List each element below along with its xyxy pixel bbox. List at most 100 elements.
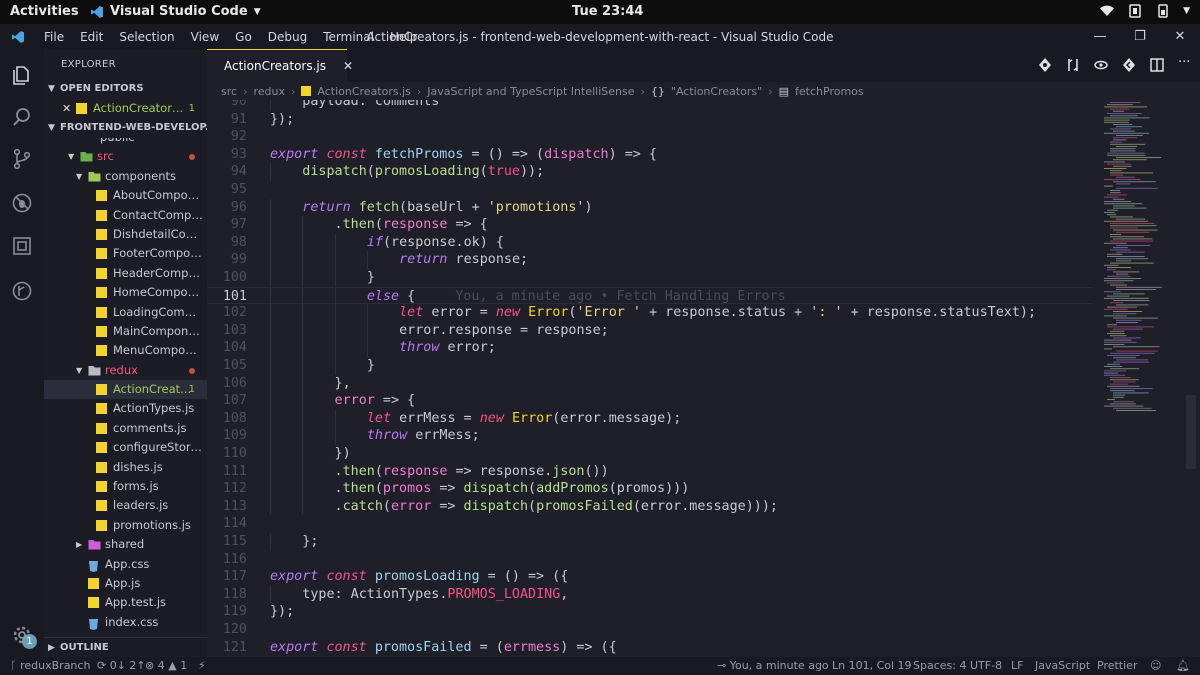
explorer-icon[interactable]: [8, 61, 36, 89]
menu-debug[interactable]: Debug: [260, 30, 315, 44]
tree-row-partial[interactable]: public: [44, 138, 207, 147]
code-line-110[interactable]: 110}): [207, 445, 1092, 463]
code-line-101[interactable]: 101 else {You, a minute ago • Fetch Handl…: [207, 286, 1092, 306]
code-line-100[interactable]: 100}: [207, 269, 1092, 287]
open-editors-header[interactable]: ▼ OPEN EDITORS: [44, 79, 207, 99]
problems-status[interactable]: ⊗ 4 ▲ 1: [145, 659, 187, 672]
code-line-112[interactable]: 112 .then(promos => dispatch(addPromos(pr…: [207, 480, 1092, 498]
code-line-99[interactable]: 99 return response;: [207, 251, 1092, 269]
prettier-status[interactable]: Prettier: [1097, 659, 1137, 672]
tree-row-promotions-js[interactable]: promotions.js: [44, 516, 207, 535]
maximize-button[interactable]: ❐: [1120, 24, 1160, 49]
code-line-115[interactable]: 115};: [207, 533, 1092, 551]
code-line-102[interactable]: 102 let error = new Error('Error ' + resp…: [207, 304, 1092, 322]
tree-row-dishes-js[interactable]: dishes.js: [44, 458, 207, 477]
feedback-smiley-icon[interactable]: ☺: [1150, 659, 1161, 672]
wifi-icon[interactable]: [1099, 3, 1115, 19]
tree-row-redux[interactable]: ▼ redux: [44, 361, 207, 380]
tree-row-actiontypes-js[interactable]: ActionTypes.js: [44, 399, 207, 418]
code-line-107[interactable]: 107 error => {: [207, 392, 1092, 410]
git-compare-icon[interactable]: [1038, 57, 1052, 73]
open-editor-item[interactable]: ✕ ActionCreators... 1: [44, 99, 207, 118]
vertical-scrollbar[interactable]: [1186, 395, 1196, 469]
extensions-icon[interactable]: [8, 232, 36, 260]
split-editor-icon[interactable]: [1150, 57, 1164, 73]
breadcrumb-symbol[interactable]: fetchPromos: [795, 85, 864, 98]
code-line-95[interactable]: 95: [207, 181, 1092, 199]
code-line-97[interactable]: 97 .then(response => {: [207, 216, 1092, 234]
outline-header[interactable]: ▶ OUTLINE: [44, 637, 207, 657]
tree-row-src[interactable]: ▼ src: [44, 147, 207, 166]
clock[interactable]: Tue 23:44: [572, 4, 643, 19]
indentation[interactable]: Spaces: 4: [913, 659, 966, 672]
close-window-button[interactable]: ✕: [1160, 24, 1200, 49]
blame-status[interactable]: ⊸ You, a minute ago: [717, 659, 829, 672]
menu-go[interactable]: Go: [227, 30, 260, 44]
tree-row-dishdetailcomp[interactable]: DishdetailComp...: [44, 225, 207, 244]
app-menu[interactable]: Visual Studio Code ▼: [90, 4, 261, 19]
menu-view[interactable]: View: [183, 30, 227, 44]
menu-edit[interactable]: Edit: [72, 30, 111, 44]
code-line-113[interactable]: 113 .catch(error => dispatch(promosFailed…: [207, 497, 1092, 516]
tree-row-app-test-js[interactable]: App.test.js: [44, 593, 207, 612]
gitlens-icon[interactable]: [8, 277, 36, 305]
tree-row-components[interactable]: ▼ components: [44, 167, 207, 186]
tree-row-index-css[interactable]: index.css: [44, 613, 207, 632]
minimize-button[interactable]: —: [1080, 24, 1120, 49]
tree-row-footercompone[interactable]: FooterCompone...: [44, 244, 207, 263]
code-line-92[interactable]: 92: [207, 128, 1092, 146]
project-header[interactable]: ▼ FRONTEND-WEB-DEVELOP...: [44, 118, 207, 138]
menu-file[interactable]: File: [36, 30, 72, 44]
minimap[interactable]: [1092, 100, 1182, 657]
tree-row-maincomponent-js[interactable]: MainComponent.js: [44, 322, 207, 341]
source-control-icon[interactable]: [8, 145, 36, 173]
notifications-bell-icon[interactable]: 🔔︎: [1176, 659, 1190, 672]
menu-selection[interactable]: Selection: [111, 30, 182, 44]
search-icon[interactable]: [8, 103, 36, 131]
code-line-111[interactable]: 111 .then(response => response.json()): [207, 462, 1092, 481]
code-line-94[interactable]: 94 dispatch(promosLoading(true));: [207, 163, 1092, 181]
breadcrumb-src[interactable]: src: [221, 85, 237, 98]
tree-row-shared[interactable]: ▶ shared: [44, 535, 207, 554]
system-menu-caret-icon[interactable]: ▼: [1183, 6, 1190, 16]
more-actions-icon[interactable]: ···: [1178, 56, 1192, 73]
code-line-108[interactable]: 108 let errMess = new Error(error.message…: [207, 409, 1092, 428]
language-mode[interactable]: JavaScript: [1035, 659, 1090, 672]
code-line-109[interactable]: 109 throw errMess;: [207, 427, 1092, 445]
debug-icon[interactable]: [8, 189, 36, 217]
code-line-96[interactable]: 96 return fetch(baseUrl + 'promotions'): [207, 198, 1092, 217]
breadcrumb-intellisense[interactable]: JavaScript and TypeScript IntelliSense: [427, 85, 634, 98]
open-changes-icon[interactable]: [1066, 57, 1080, 73]
breadcrumb-module[interactable]: "ActionCreators": [671, 85, 762, 98]
code-line-104[interactable]: 104 throw error;: [207, 339, 1092, 357]
toggle-blame-icon[interactable]: [1094, 57, 1108, 73]
tree-row-menucomponen[interactable]: MenuComponen...: [44, 341, 207, 360]
code-line-120[interactable]: 120: [207, 621, 1092, 639]
code-line-121[interactable]: 121 export const promosFailed = (errmess)…: [207, 639, 1092, 657]
lightning-icon[interactable]: ⚡: [198, 659, 206, 672]
tree-row-app-css[interactable]: App.css: [44, 555, 207, 574]
encoding[interactable]: UTF-8: [970, 659, 1002, 672]
tree-row-app-js[interactable]: App.js: [44, 574, 207, 593]
branch-status[interactable]: ᚴ reduxBranch: [10, 659, 90, 672]
close-tab-icon[interactable]: ✕: [343, 59, 353, 73]
code-line-90[interactable]: 90 payload: comments: [207, 100, 1092, 111]
tree-row-actioncreat[interactable]: ActionCreat... 1: [44, 380, 207, 400]
close-editor-icon[interactable]: ✕: [62, 99, 71, 118]
tree-row-homecompone[interactable]: HomeCompone...: [44, 283, 207, 302]
tree-row-headercompon[interactable]: HeaderCompon...: [44, 264, 207, 283]
tree-row-aboutcompone[interactable]: AboutCompone...: [44, 186, 207, 205]
tree-row-comments-js[interactable]: comments.js: [44, 419, 207, 438]
end-of-line[interactable]: LF: [1011, 659, 1023, 672]
tree-row-forms-js[interactable]: forms.js: [44, 477, 207, 496]
code-line-118[interactable]: 118 type: ActionTypes.PROMOS_LOADING,: [207, 585, 1092, 604]
sync-status[interactable]: ⟳ 0↓ 2↑: [97, 659, 146, 672]
code-line-114[interactable]: 114: [207, 515, 1092, 533]
code-line-93[interactable]: 93 export const fetchPromos = () => (disp…: [207, 146, 1092, 164]
code-line-105[interactable]: 105}: [207, 357, 1092, 375]
tree-row-loadingcompon[interactable]: LoadingCompon...: [44, 303, 207, 322]
code-line-119[interactable]: 119});: [207, 603, 1092, 621]
cursor-position[interactable]: Ln 101, Col 19: [832, 659, 912, 672]
breadcrumb-file[interactable]: ActionCreators.js: [317, 85, 411, 98]
code-line-103[interactable]: 103 error.response = response;: [207, 321, 1092, 340]
